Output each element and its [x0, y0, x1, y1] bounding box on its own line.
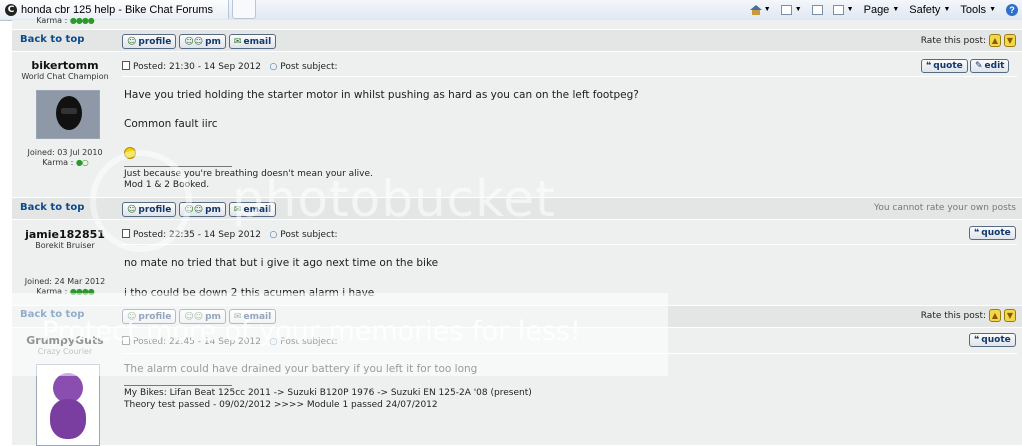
quote-icon: ❝ — [926, 61, 932, 71]
feeds-icon — [780, 4, 792, 15]
post-username[interactable]: jamie182851 — [12, 228, 118, 241]
email-button[interactable]: ✉ email — [228, 309, 277, 324]
thumbs-up-icon[interactable]: ▲ — [989, 34, 1001, 47]
post-header: Posted: 22:35 - 14 Sep 2012 ○ Post subje… — [122, 229, 338, 240]
signature-line: My Bikes: Lifan Beat 125cc 2011 -> Suzuk… — [124, 388, 532, 398]
pm-icon: ☺☺ — [184, 36, 204, 47]
post-footer-bar: Back to top ☺ profile ☺☺ pm ✉ email Rate th… — [12, 29, 1022, 52]
post-footer-bar: Back to top ☺ profile ☺☺ pm ✉ email You can… — [12, 197, 1022, 220]
post-icon — [122, 61, 130, 70]
profile-icon: ☺ — [127, 36, 137, 47]
thumbs-up-smiley-icon — [124, 147, 136, 159]
quote-button[interactable]: ❝ quote — [921, 59, 968, 73]
new-tab-button[interactable] — [232, 0, 256, 19]
previous-post-karma: Karma : ●●●● — [36, 16, 95, 25]
pm-button[interactable]: ☺☺ pm — [179, 309, 226, 324]
profile-button[interactable]: ☺ profile — [122, 34, 177, 49]
post-body-line: Common fault iirc — [124, 118, 218, 130]
help-icon[interactable]: ? — [1006, 3, 1018, 16]
post-icon — [122, 336, 130, 345]
thumbs-down-icon[interactable]: ▼ — [1004, 309, 1016, 322]
thumbs-down-icon[interactable]: ▼ — [1004, 34, 1016, 47]
avatar — [36, 364, 100, 446]
edit-button[interactable]: ✎ edit — [970, 59, 1010, 73]
email-button[interactable]: ✉ email — [228, 34, 277, 49]
post-footer-bar: Back to top ☺ profile ☺☺ pm ✉ email Rate th… — [12, 305, 1022, 328]
thumbs-up-icon[interactable]: ▲ — [989, 309, 1001, 322]
post-user-joined: Joined: 03 Jul 2010 — [27, 148, 103, 157]
quote-button[interactable]: ❝ quote — [969, 333, 1016, 347]
signature-line: Mod 1 & 2 Booked. — [124, 180, 210, 190]
page-menu[interactable]: Page ▼ — [864, 4, 900, 16]
print-button[interactable]: ▼ — [832, 4, 854, 15]
post-header: Posted: 22:45 - 14 Sep 2012 ○ Post subje… — [122, 336, 338, 347]
home-icon — [749, 4, 762, 15]
email-icon: ✉ — [233, 36, 242, 47]
post-body-line: Have you tried holding the starter motor… — [124, 89, 639, 101]
post-user-rank: Borekit Bruiser — [35, 241, 95, 250]
pm-icon: ☺☺ — [184, 204, 204, 215]
profile-icon: ☺ — [127, 204, 137, 215]
post-body-line: no mate no tried that but i give it ago … — [124, 257, 439, 269]
post-body-line: The alarm could have drained your batter… — [124, 363, 478, 375]
tab-title: honda cbr 125 help - Bike Chat Forums — [21, 3, 213, 16]
edit-icon: ✎ — [975, 61, 983, 71]
home-button[interactable]: ▼ — [749, 4, 771, 15]
feeds-button[interactable]: ▼ — [780, 4, 802, 15]
rate-post: Rate this post: ▲ ▼ — [921, 309, 1016, 322]
post-user-joined: Joined: 24 Mar 2012 — [24, 277, 106, 286]
safety-menu[interactable]: Safety ▼ — [909, 4, 950, 16]
command-bar: ▼ ▼ ▼ Page ▼ Safety ▼ Tools ▼ ? — [749, 0, 1022, 19]
print-icon — [832, 4, 844, 15]
post-user-karma: Karma : ●●●● — [36, 287, 95, 296]
pm-button[interactable]: ☺☺ pm — [179, 34, 226, 49]
mail-icon — [811, 4, 823, 15]
post-user-karma: Karma : ●○ — [42, 158, 89, 167]
signature-line: Just because you're breathing doesn't me… — [124, 169, 373, 179]
quote-icon: ❝ — [974, 228, 980, 238]
mail-button[interactable] — [811, 4, 823, 15]
browser-toolbar: C honda cbr 125 help - Bike Chat Forums … — [0, 0, 1022, 21]
cannot-rate-text: You cannot rate your own posts — [874, 203, 1016, 213]
tools-menu[interactable]: Tools ▼ — [960, 4, 996, 16]
post-icon — [122, 229, 130, 238]
profile-button[interactable]: ☺ profile — [122, 202, 177, 217]
post-username[interactable]: bikertomm — [12, 59, 118, 72]
post-header: Posted: 21:30 - 14 Sep 2012 ○ Post subje… — [122, 61, 338, 72]
back-to-top-link[interactable]: Back to top — [20, 309, 84, 320]
avatar — [36, 90, 100, 139]
quote-button[interactable]: ❝ quote — [969, 226, 1016, 240]
back-to-top-link[interactable]: Back to top — [20, 34, 84, 45]
profile-icon: ☺ — [127, 311, 137, 322]
post-body-line: i tho could be down 2 this acumen alarm … — [124, 287, 375, 299]
forum-thread: Karma : ●●●● Back to top ☺ profile ☺☺ pm ✉… — [12, 16, 1022, 446]
post-user-rank: Crazy Courier — [37, 347, 93, 356]
signature-line: Theory test passed - 09/02/2012 >>>> Mod… — [124, 400, 438, 410]
quote-icon: ❝ — [974, 335, 980, 345]
back-to-top-link[interactable]: Back to top — [20, 202, 84, 213]
email-icon: ✉ — [233, 204, 242, 215]
email-icon: ✉ — [233, 311, 242, 322]
post-user-rank: World Chat Champion — [21, 72, 109, 81]
pm-button[interactable]: ☺☺ pm — [179, 202, 226, 217]
email-button[interactable]: ✉ email — [228, 202, 277, 217]
post-username[interactable]: GrumpyGuts — [12, 334, 118, 347]
rate-post: Rate this post: ▲ ▼ — [921, 34, 1016, 47]
pm-icon: ☺☺ — [184, 311, 204, 322]
site-favicon-icon: C — [5, 3, 17, 16]
profile-button[interactable]: ☺ profile — [122, 309, 177, 324]
